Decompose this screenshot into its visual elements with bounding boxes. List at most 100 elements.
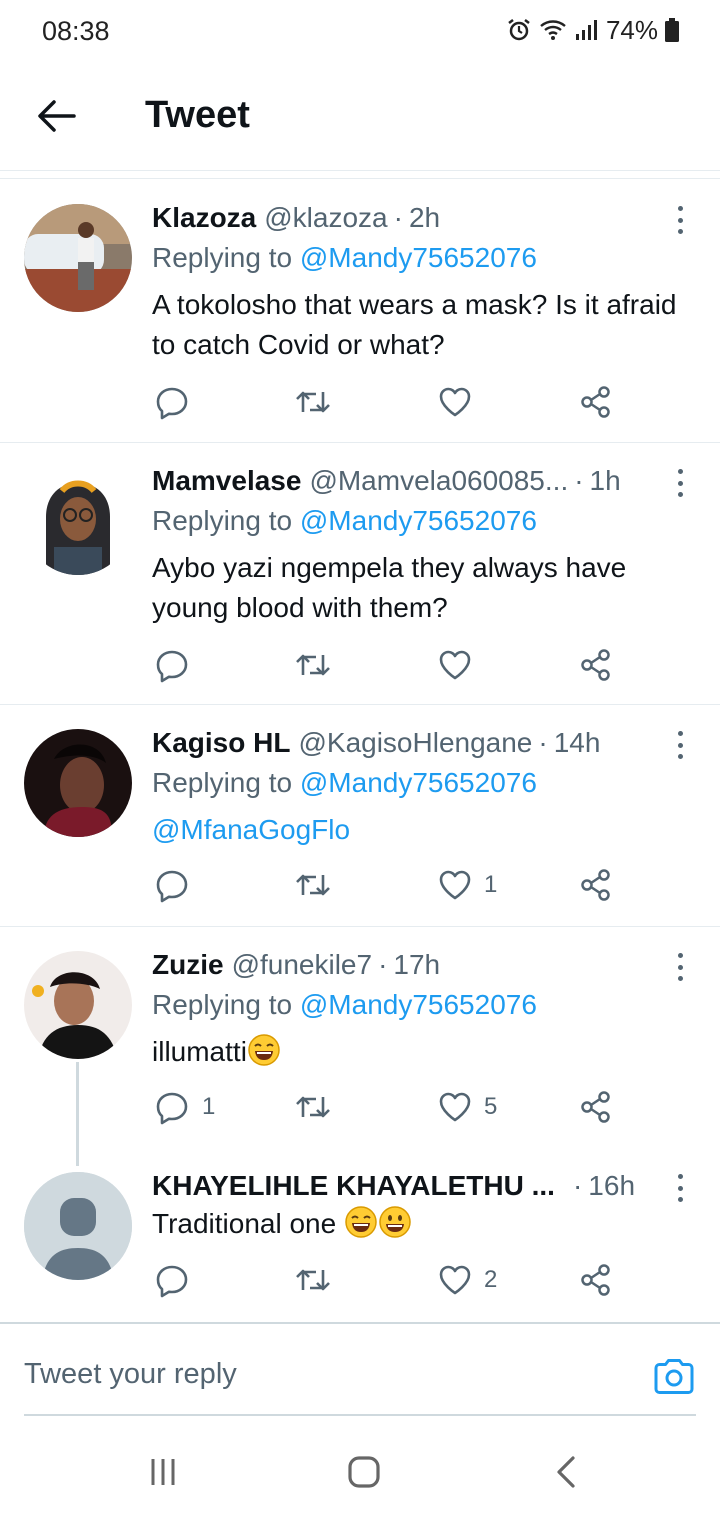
divider xyxy=(0,178,720,179)
reply-button[interactable]: 1 xyxy=(154,1087,215,1127)
reply-button[interactable] xyxy=(154,645,202,685)
author-name[interactable]: Klazoza xyxy=(152,202,256,234)
share-button[interactable] xyxy=(580,382,612,422)
author-name[interactable]: Kagiso HL xyxy=(152,727,290,759)
retweet-button[interactable] xyxy=(294,1087,344,1127)
like-button[interactable]: 2 xyxy=(438,1260,497,1300)
share-icon xyxy=(581,1264,610,1296)
tweet-actions: 1 xyxy=(152,865,622,905)
back-button[interactable] xyxy=(30,90,82,142)
tweet-time: 16h xyxy=(588,1170,636,1201)
retweet-icon xyxy=(296,391,330,413)
tweet-time: 1h xyxy=(589,465,621,496)
mention-link[interactable]: @Mandy75652076 xyxy=(300,767,537,798)
reply-button[interactable] xyxy=(154,1260,202,1300)
tweet-reply[interactable]: Kagiso HL @KagisoHlengane · 14h Replying… xyxy=(0,705,720,927)
mention-link[interactable]: @Mandy75652076 xyxy=(300,242,537,273)
retweet-button[interactable] xyxy=(294,382,344,422)
avatar[interactable] xyxy=(24,1172,132,1280)
replying-to: Replying to @Mandy75652076 xyxy=(152,505,537,536)
battery-icon xyxy=(664,17,680,43)
author-handle[interactable]: @Mamvela060085... xyxy=(309,465,568,497)
reply-placeholder: Tweet your reply xyxy=(24,1358,237,1390)
heart-icon xyxy=(439,1092,471,1122)
mention-link[interactable]: @MfanaGogFlo xyxy=(152,814,350,845)
tweet-reply[interactable]: Mamvelase @Mamvela060085... · 1h Replyin… xyxy=(0,443,720,705)
tweet-time: 14h xyxy=(553,727,601,758)
retweet-button[interactable] xyxy=(294,865,344,905)
replying-to: Replying to @Mandy75652076 xyxy=(152,242,537,273)
back-nav-button[interactable] xyxy=(544,1452,588,1492)
share-button[interactable] xyxy=(580,1260,612,1300)
tweet-text: A tokolosho that wears a mask? Is it afr… xyxy=(152,289,677,360)
separator-dot: · xyxy=(574,465,584,496)
camera-button[interactable] xyxy=(652,1354,696,1398)
avatar[interactable] xyxy=(24,951,132,1059)
like-button[interactable] xyxy=(438,645,484,685)
tweet-reply[interactable]: KHAYELIHLE KHAYALETHU ... · 16h Traditio… xyxy=(0,1148,720,1320)
like-button[interactable]: 1 xyxy=(438,865,497,905)
reply-input[interactable]: Tweet your reply xyxy=(24,1324,696,1416)
mention-link[interactable]: @Mandy75652076 xyxy=(300,505,537,536)
recent-apps-icon xyxy=(151,1459,175,1485)
tweet-time: 2h xyxy=(408,202,441,233)
share-button[interactable] xyxy=(580,645,612,685)
more-button[interactable] xyxy=(668,727,692,763)
more-button[interactable] xyxy=(668,1170,692,1206)
share-icon xyxy=(581,1091,610,1123)
camera-icon xyxy=(654,1359,694,1394)
separator-dot: · xyxy=(378,949,388,980)
battery-percent: 74% xyxy=(605,14,658,45)
retweet-icon xyxy=(296,874,330,896)
wifi-icon xyxy=(538,17,568,43)
retweet-button[interactable] xyxy=(294,645,344,685)
signal-icon xyxy=(574,17,600,43)
tweet-reply[interactable]: Zuzie @funekile7 · 17h Replying to @Mand… xyxy=(0,927,720,1147)
share-button[interactable] xyxy=(580,1087,612,1127)
tweet-reply[interactable]: Klazoza @klazoza · 2h Replying to @Mandy… xyxy=(0,180,720,443)
share-icon xyxy=(581,649,610,681)
tweet-header: Zuzie @funekile7 · 17h xyxy=(152,949,650,981)
reply-icon xyxy=(156,1265,188,1298)
home-icon xyxy=(348,1456,380,1488)
reply-button[interactable] xyxy=(154,865,202,905)
mention-link[interactable]: @Mandy75652076 xyxy=(300,989,537,1020)
share-icon xyxy=(581,869,610,901)
tweet-time: 17h xyxy=(393,949,441,980)
avatar[interactable] xyxy=(24,467,132,575)
heart-icon xyxy=(439,650,471,680)
page-title: Tweet xyxy=(145,94,250,136)
grinning-emoji-icon xyxy=(379,1206,411,1238)
separator-dot: · xyxy=(572,1170,583,1201)
author-name[interactable]: Mamvelase xyxy=(152,465,301,497)
retweet-button[interactable] xyxy=(294,1260,344,1300)
more-button[interactable] xyxy=(668,465,692,501)
avatar[interactable] xyxy=(24,204,132,312)
laughing-emoji-icon xyxy=(248,1034,280,1066)
like-count: 5 xyxy=(484,1093,498,1120)
author-name[interactable]: KHAYELIHLE KHAYALETHU ... xyxy=(152,1170,555,1202)
author-handle[interactable]: @funekile7 xyxy=(232,949,373,981)
separator-dot: · xyxy=(538,727,548,758)
alarm-icon xyxy=(506,17,532,43)
retweet-icon xyxy=(296,1096,330,1118)
tweet-text: illumatti xyxy=(152,1032,680,1072)
author-name[interactable]: Zuzie xyxy=(152,949,224,981)
home-button[interactable] xyxy=(342,1452,386,1492)
system-nav-bar xyxy=(0,1414,720,1520)
author-handle[interactable]: @klazoza xyxy=(264,202,387,234)
tweet-header: Mamvelase @Mamvela060085... · 1h xyxy=(152,465,650,497)
heart-icon xyxy=(439,1265,471,1295)
more-button[interactable] xyxy=(668,202,692,238)
more-button[interactable] xyxy=(668,949,692,985)
arrow-left-icon xyxy=(38,100,76,132)
status-time: 08:38 xyxy=(42,16,110,46)
like-button[interactable]: 5 xyxy=(438,1087,497,1127)
author-handle[interactable]: @KagisoHlengane xyxy=(298,727,532,759)
like-button[interactable] xyxy=(438,382,484,422)
share-icon xyxy=(581,386,610,418)
reply-button[interactable] xyxy=(154,382,202,422)
share-button[interactable] xyxy=(580,865,612,905)
avatar[interactable] xyxy=(24,729,132,837)
recent-apps-button[interactable] xyxy=(141,1452,185,1492)
